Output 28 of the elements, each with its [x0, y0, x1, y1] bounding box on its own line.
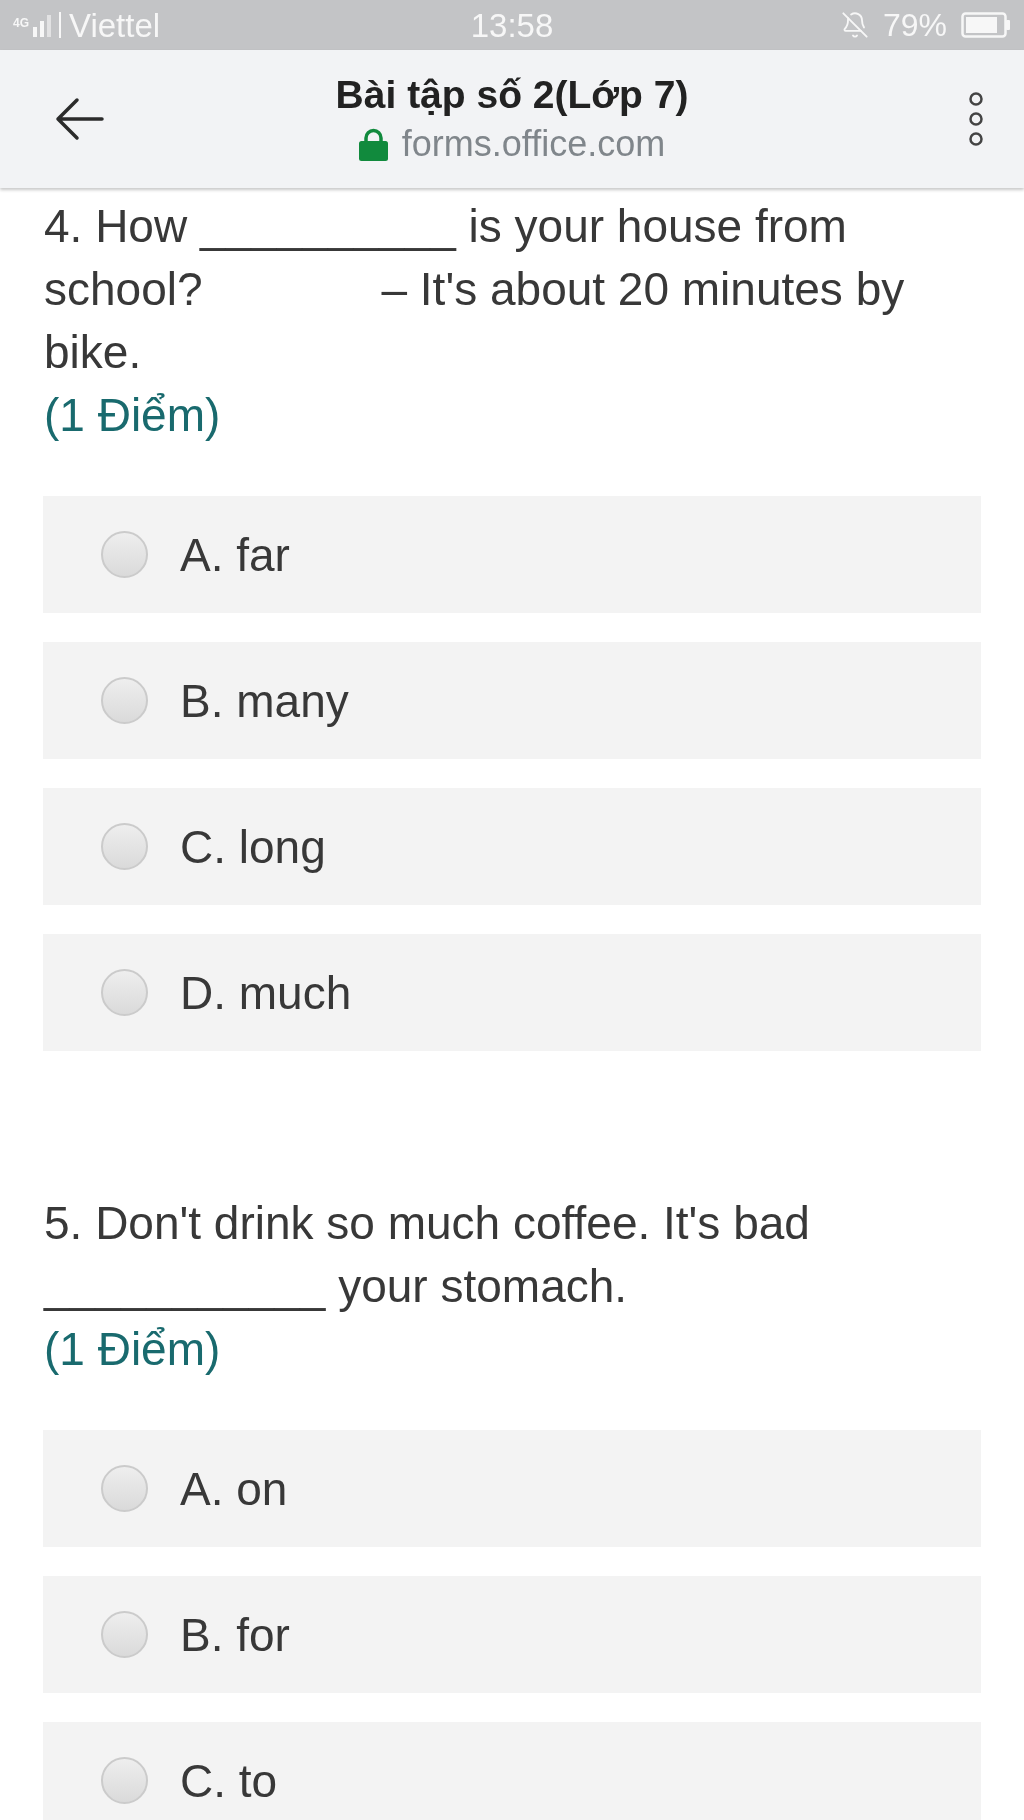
points-label: (1 Điểm) — [44, 1322, 222, 1377]
points-label: (1 Điểm) — [44, 388, 222, 443]
back-arrow-icon — [54, 97, 104, 141]
page-title: Bài tập số 2(Lớp 7) — [335, 72, 689, 118]
battery-icon — [961, 12, 1011, 38]
answer-option[interactable]: D. much — [43, 934, 981, 1051]
radio-button[interactable] — [101, 1611, 148, 1658]
answer-option[interactable]: C. long — [43, 788, 981, 905]
radio-button[interactable] — [101, 1757, 148, 1804]
signal-bars-icon — [33, 13, 51, 37]
page-url: forms.office.com — [401, 124, 666, 164]
radio-button[interactable] — [101, 1465, 148, 1512]
lock-icon — [358, 127, 388, 161]
answer-option[interactable]: B. for — [43, 1576, 981, 1693]
more-options-button[interactable] — [968, 91, 984, 147]
more-options-icon — [968, 91, 984, 147]
answer-option[interactable]: B. many — [43, 642, 981, 759]
muted-bell-icon — [840, 11, 869, 39]
radio-button[interactable] — [101, 531, 148, 578]
radio-button[interactable] — [101, 823, 148, 870]
radio-button[interactable] — [101, 969, 148, 1016]
radio-button[interactable] — [101, 677, 148, 724]
answer-option[interactable]: C. to — [43, 1722, 981, 1820]
back-button[interactable] — [54, 97, 104, 141]
question-text: 4. How __________ is your house from school? – It's about 20 minutes by bike. — [44, 199, 906, 380]
answer-option[interactable]: A. on — [43, 1430, 981, 1547]
question-text: 5. Don't drink so much coffee. It's bad ___________ your stomach. — [44, 1196, 811, 1314]
answer-option[interactable]: A. far — [43, 496, 981, 613]
